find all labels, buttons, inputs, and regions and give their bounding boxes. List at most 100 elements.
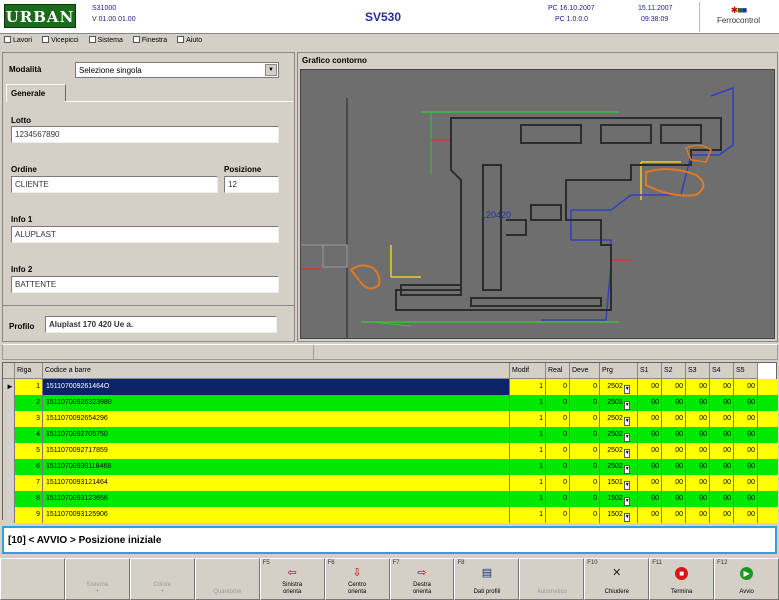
cell-s3: 00	[686, 459, 710, 475]
prg-dropdown-icon[interactable]: ▼	[623, 513, 630, 522]
profile-graph-panel: Grafico contorno 120420	[297, 52, 778, 342]
cell-s1: 00	[638, 395, 662, 411]
fkey-termina-button[interactable]: F11 ■ Termina	[649, 558, 715, 600]
cell-prg: 2502 ▼	[600, 427, 638, 443]
checkbox-icon	[42, 36, 50, 43]
prg-dropdown-icon[interactable]: ▼	[623, 465, 630, 474]
prg-dropdown-icon[interactable]: ▼	[623, 449, 630, 458]
urban-logo: URBAN	[4, 4, 76, 28]
modalita-select[interactable]: Selezione singola ▼	[75, 62, 279, 78]
table-row[interactable]: 5 1511070092717859 1 0 0 2502 ▼ 00 00 00 00 00	[3, 443, 778, 459]
info2-label: Info 2	[11, 265, 33, 274]
col-s1[interactable]: S1	[638, 363, 662, 379]
col-modif[interactable]: Modif	[510, 363, 546, 379]
menu-item-finestra[interactable]: Finestra	[132, 36, 167, 48]
fkey-sinistra-button[interactable]: F5 ⇦ Sinistra orienta	[259, 558, 325, 600]
fkey-blank-button[interactable]	[0, 558, 65, 600]
prg-dropdown-icon[interactable]: ▼	[623, 401, 630, 410]
prg-dropdown-icon[interactable]: ▼	[623, 417, 630, 426]
fkey-dati-profili-button[interactable]: F8 ▤ Dati profili	[454, 558, 520, 600]
chevron-down-icon[interactable]: ▼	[265, 64, 277, 76]
arrow-left-icon: ⇦	[287, 567, 297, 579]
brand-name: Ferrocontrol	[716, 16, 761, 25]
fkey-colore-button[interactable]: Colore +	[129, 558, 195, 600]
table-row[interactable]: 9 1511070093125906 1 0 0 1502 ▼ 00 00 00 00 00	[3, 507, 778, 523]
fkey-destra-button[interactable]: F7 ⇨ Destra orienta	[389, 558, 455, 600]
col-riga[interactable]: Riga	[15, 363, 43, 379]
profile-contour-graph[interactable]: 120420	[300, 69, 775, 339]
cell-real: 0	[546, 459, 570, 475]
version-line-1: S31000	[92, 5, 117, 12]
cell-codice: 151107009261464O	[43, 379, 510, 395]
cell-s2: 00	[662, 459, 686, 475]
col-s5[interactable]: S5	[734, 363, 758, 379]
posizione-field[interactable]: 12	[224, 176, 279, 193]
table-row[interactable]: 6 15110700930118468 1 0 0 2502 ▼ 00 00 00 00 00	[3, 459, 778, 475]
prg-value: 1502	[607, 511, 623, 518]
prg-dropdown-icon[interactable]: ▼	[623, 497, 630, 506]
cell-deve: 0	[570, 507, 600, 523]
prg-dropdown-icon[interactable]: ▼	[623, 433, 630, 442]
col-prg[interactable]: Prg	[600, 363, 638, 379]
fkey-quantome-button[interactable]: Quantome	[194, 558, 260, 600]
prg-value: 1501	[607, 479, 623, 486]
cell-prg: 2502 ▼	[600, 459, 638, 475]
col-s4[interactable]: S4	[710, 363, 734, 379]
cell-codice: 1511070092705750	[43, 427, 510, 443]
prg-value: 2502	[607, 431, 623, 438]
cell-s1: 00	[638, 443, 662, 459]
info1-field[interactable]: ALUPLAST	[11, 226, 279, 243]
prg-dropdown-icon[interactable]: ▼	[623, 481, 630, 490]
fkey-sublabel: orienta	[412, 589, 432, 595]
cell-s4: 00	[710, 491, 734, 507]
fkey-label: Centro	[348, 582, 367, 588]
col-s3[interactable]: S3	[686, 363, 710, 379]
fkey-sistema-button[interactable]: Sistema +	[64, 558, 130, 600]
fkey-centro-button[interactable]: F6 ⇩ Centro orienta	[324, 558, 390, 600]
ordine-field[interactable]: CLIENTE	[11, 176, 218, 193]
profile-shape	[395, 117, 722, 311]
table-row[interactable]: ► 1 151107009261464O 1 0 0 2502 ▼ 00 00 00 00 00	[3, 379, 778, 395]
fkey-number: F8	[457, 560, 465, 566]
fkey-chiudere-button[interactable]: F10 ✕ Chiudere	[584, 558, 650, 600]
cell-s3: 00	[686, 395, 710, 411]
table-row[interactable]: 2 15110700926323980 1 0 0 2501 ▼ 00 00 00 00 00	[3, 395, 778, 411]
menu-item-aiuto[interactable]: Aiuto	[177, 36, 202, 48]
checkbox-icon	[177, 36, 185, 43]
table-row[interactable]: 3 1511070092654296 1 0 0 2502 ▼ 00 00 00 00 00	[3, 411, 778, 427]
cell-s1: 00	[638, 427, 662, 443]
profilo-field[interactable]: Aluplast 170 420 Ue a.	[45, 316, 277, 333]
profilo-label: Profilo	[9, 322, 35, 331]
cell-s1: 00	[638, 491, 662, 507]
col-codice[interactable]: Codice a barre	[43, 363, 510, 379]
info2-field[interactable]: BATTENTE	[11, 276, 279, 293]
profile-contour-drawing: 120420	[301, 86, 734, 338]
col-real[interactable]: Real	[546, 363, 570, 379]
cell-s2: 00	[662, 475, 686, 491]
cell-real: 0	[546, 507, 570, 523]
menu-item-lavori[interactable]: Lavori	[4, 36, 32, 48]
cell-codice: 1511070093125906	[43, 507, 510, 523]
cell-s2: 00	[662, 443, 686, 459]
fkey-automatico-button[interactable]: Automatico	[519, 558, 585, 600]
menu-item-vicepicci[interactable]: Vicepicci	[42, 36, 79, 48]
lotto-field[interactable]: 1234567890	[11, 126, 279, 143]
menu-item-sistema[interactable]: Sistema	[88, 36, 123, 48]
fkey-number: F7	[392, 560, 400, 566]
table-row[interactable]: 7 1511070093121464 1 0 0 1501 ▼ 00 00 00 00 00	[3, 475, 778, 491]
table-row[interactable]: 4 1511070092705750 1 0 0 2502 ▼ 00 00 00 00 00	[3, 427, 778, 443]
cell-deve: 0	[570, 443, 600, 459]
cell-modif: 1	[510, 395, 546, 411]
fkey-label: Avvio	[739, 589, 754, 595]
machine-title: SV530	[365, 10, 402, 24]
cell-s5: 00	[734, 507, 758, 523]
cell-modif: 1	[510, 459, 546, 475]
col-deve[interactable]: Deve	[570, 363, 600, 379]
checkbox-icon	[4, 36, 11, 43]
col-s2[interactable]: S2	[662, 363, 686, 379]
tab-generale[interactable]: Generale	[6, 84, 66, 102]
fkey-avvio-button[interactable]: F12 ▶ Avvio	[714, 558, 779, 600]
prg-dropdown-icon[interactable]: ▼	[623, 385, 630, 394]
table-row[interactable]: 8 1511070093123656 1 0 0 1502 ▼ 00 00 00 00 00	[3, 491, 778, 507]
cell-modif: 1	[510, 379, 546, 395]
